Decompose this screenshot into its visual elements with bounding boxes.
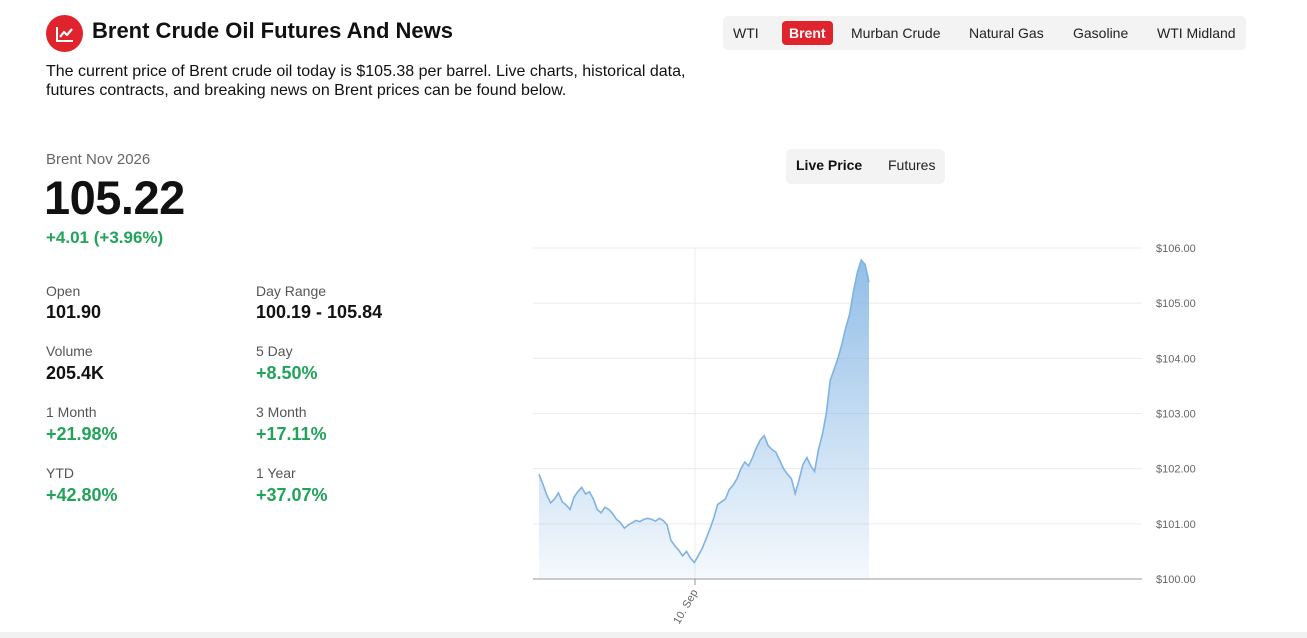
y-tick-label: $104.00	[1156, 353, 1196, 365]
stat-label-1-month: 1 Month	[46, 404, 97, 420]
price-chart[interactable]: 10. Sep $100.00 $101.00 $102.00 $103.00 $104…	[520, 230, 1220, 630]
tab-gasoline[interactable]: Gasoline	[1073, 21, 1128, 45]
y-tick-label: $102.00	[1156, 464, 1196, 476]
futures-button[interactable]: Futures	[888, 157, 935, 173]
stat-value-1-month: +21.98%	[46, 424, 118, 444]
stat-label-5-day: 5 Day	[256, 343, 293, 359]
tab-wti-midland[interactable]: WTI Midland	[1157, 21, 1236, 45]
stat-label-ytd: YTD	[46, 465, 74, 481]
page-footer-divider	[0, 632, 1307, 638]
stat-value-5-day: +8.50%	[256, 363, 318, 383]
y-tick-label: $100.00	[1156, 574, 1196, 586]
stat-label-3-month: 3 Month	[256, 404, 307, 420]
tab-natural-gas[interactable]: Natural Gas	[969, 21, 1044, 45]
tab-wti[interactable]: WTI	[733, 21, 759, 45]
live-price-button[interactable]: Live Price	[796, 157, 862, 173]
stat-value-1-year: +37.07%	[256, 485, 328, 505]
y-tick-label: $101.00	[1156, 519, 1196, 531]
intro-text: The current price of Brent crude oil tod…	[46, 63, 686, 99]
stat-label-day-range: Day Range	[256, 283, 327, 299]
stat-value-volume: 205.4K	[46, 363, 105, 383]
commodity-tabs: WTI Brent Murban Crude Natural Gas Gasol…	[723, 16, 1246, 50]
y-tick-label: $105.00	[1156, 298, 1196, 310]
tab-brent[interactable]: Brent	[782, 21, 833, 45]
stat-label-open: Open	[46, 283, 81, 299]
stat-value-ytd: +42.80%	[46, 485, 118, 505]
price-change: +4.01 (+3.96%)	[46, 228, 164, 247]
site-logo[interactable]	[46, 15, 83, 52]
stat-label-volume: Volume	[46, 343, 93, 359]
chart-mode-toggle: Live Price Futures	[786, 149, 945, 184]
y-axis-labels: $100.00 $101.00 $102.00 $103.00 $104.00 $105.…	[1156, 243, 1196, 586]
stat-value-day-range: 100.19 - 105.84	[256, 302, 383, 322]
page-title: Brent Crude Oil Futures And News	[92, 18, 454, 43]
stat-value-open: 101.90	[46, 302, 102, 322]
x-tick-label: 10. Sep	[671, 588, 700, 627]
tab-murban-crude[interactable]: Murban Crude	[851, 21, 941, 45]
line-chart-icon	[55, 26, 73, 42]
price-area	[539, 260, 869, 579]
y-tick-label: $103.00	[1156, 409, 1196, 421]
contract-name: Brent Nov 2026	[46, 151, 151, 168]
current-price: 105.22	[44, 171, 185, 224]
y-tick-label: $106.00	[1156, 243, 1196, 255]
stat-label-1-year: 1 Year	[256, 465, 296, 481]
stat-value-3-month: +17.11%	[256, 424, 327, 444]
